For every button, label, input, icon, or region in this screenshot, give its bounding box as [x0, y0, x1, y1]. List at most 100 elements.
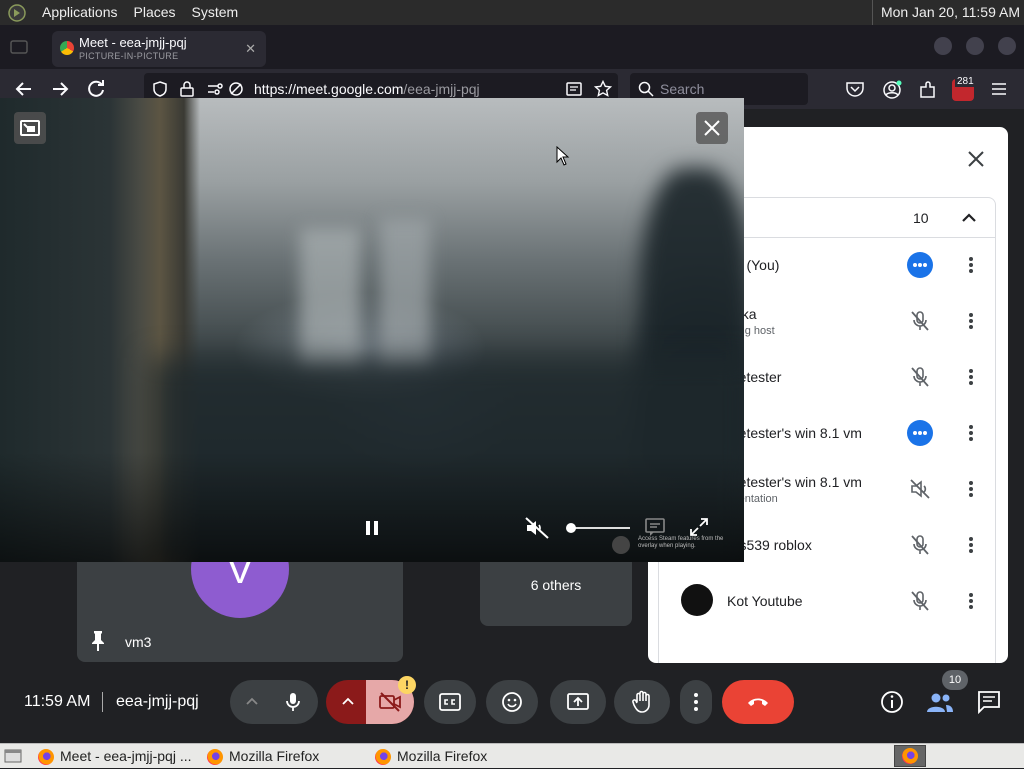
fullscreen-icon[interactable]: [688, 516, 710, 538]
firefox-icon: [38, 749, 54, 765]
task-firefox-2[interactable]: Mozilla Firefox: [373, 744, 533, 769]
more-vert-icon[interactable]: [961, 255, 981, 275]
chat-icon[interactable]: [976, 688, 1002, 716]
reader-view-icon[interactable]: [566, 81, 582, 97]
separator: [102, 692, 103, 712]
more-vert-icon[interactable]: [961, 423, 981, 443]
participant-name: metester's win 8.1 vm: [727, 474, 862, 490]
close-icon: [704, 120, 720, 136]
video-region: [380, 218, 430, 368]
leave-call-button[interactable]: [722, 680, 794, 724]
task-label: Meet - eea-jmjj-pqj ...: [60, 748, 192, 764]
taskbar: Meet - eea-jmjj-pqj ... Mozilla Firefox …: [0, 743, 1024, 768]
picture-in-picture-window[interactable]: Access Steam features from the overlay w…: [0, 98, 744, 562]
search-placeholder: Search: [660, 81, 705, 97]
chevron-up-icon[interactable]: [244, 694, 260, 710]
participant-count: 10: [913, 210, 929, 226]
extensions-icon[interactable]: [918, 80, 938, 100]
tab-strip: Meet - eea-jmjj-pqj PICTURE-IN-PICTURE ✕: [0, 25, 1024, 69]
steam-note-text: Access Steam features from the overlay w…: [638, 536, 724, 549]
task-firefox-1[interactable]: Mozilla Firefox: [205, 744, 365, 769]
close-panel-icon[interactable]: [964, 147, 988, 171]
tab-meet[interactable]: Meet - eea-jmjj-pqj PICTURE-IN-PICTURE ✕: [52, 31, 266, 67]
more-vert-icon[interactable]: [961, 311, 981, 331]
chevron-up-icon[interactable]: [959, 208, 979, 228]
meeting-time: 11:59 AM: [24, 693, 91, 710]
back-to-tab-button[interactable]: [14, 112, 46, 144]
extension-badge: 281: [955, 76, 976, 87]
volume-slider[interactable]: [566, 523, 630, 533]
applications-menu[interactable]: Applications: [42, 0, 118, 25]
meet-favicon-icon: [60, 41, 74, 55]
lock-icon[interactable]: [180, 81, 194, 97]
clock[interactable]: Mon Jan 20, 11:59 AM: [871, 0, 1020, 25]
participant-row[interactable]: Kot Youtube: [659, 574, 995, 630]
pause-icon[interactable]: [360, 516, 384, 540]
tab-subtitle: PICTURE-IN-PICTURE: [79, 51, 179, 61]
firefox-icon: [902, 748, 918, 764]
minimize-button[interactable]: [934, 37, 952, 55]
hamburger-menu-icon[interactable]: [990, 81, 1008, 97]
more-vert-icon[interactable]: [961, 479, 981, 499]
firefox-icon: [375, 749, 391, 765]
camera-warning-badge[interactable]: !: [398, 676, 416, 694]
chevron-up-icon[interactable]: [340, 694, 356, 710]
others-count-label: 6 others: [530, 577, 582, 593]
pocket-icon[interactable]: [846, 81, 864, 97]
close-window-button[interactable]: [998, 37, 1016, 55]
pip-close-button[interactable]: [696, 112, 728, 144]
raise-hand-icon: [632, 690, 650, 713]
reactions-button[interactable]: [486, 680, 538, 724]
more-options-button[interactable]: [680, 680, 712, 724]
people-icon[interactable]: [925, 688, 955, 716]
participant-name: metester's win 8.1 vm: [727, 425, 862, 441]
more-vert-icon: [694, 693, 698, 711]
places-menu[interactable]: Places: [134, 0, 176, 25]
present-button[interactable]: [550, 680, 606, 724]
show-desktop-icon[interactable]: [4, 749, 22, 763]
workspace-switcher[interactable]: [894, 745, 926, 767]
url-path: /eea-jmjj-pqj: [403, 81, 480, 97]
steam-overlay-note: Access Steam features from the overlay w…: [612, 536, 742, 554]
raise-hand-button[interactable]: [614, 680, 670, 724]
call-controls-bar: 11:59 AM eea-jmjj-pqj !: [0, 674, 1024, 730]
mic-off-icon: [911, 535, 929, 555]
people-count-badge: 10: [942, 670, 968, 690]
url-text[interactable]: https://meet.google.com/eea-jmjj-pqj: [254, 81, 480, 97]
permissions-icon[interactable]: [206, 81, 224, 97]
search-icon: [638, 81, 654, 97]
tab-close-icon[interactable]: ✕: [245, 41, 256, 57]
firefox-icon: [207, 749, 223, 765]
mic-off-icon: [911, 311, 929, 331]
steam-logo-icon: [612, 536, 630, 554]
account-icon[interactable]: [882, 80, 902, 100]
video-region: [300, 228, 360, 368]
more-vert-icon[interactable]: [961, 535, 981, 555]
meeting-info-icon[interactable]: [878, 688, 906, 716]
gnome-logo-icon[interactable]: [8, 3, 26, 22]
muted-speaker-icon[interactable]: [524, 516, 550, 540]
mouse-cursor-icon: [556, 146, 570, 166]
microphone-button[interactable]: [230, 680, 318, 724]
captions-button[interactable]: [424, 680, 476, 724]
captions-icon[interactable]: [644, 516, 666, 538]
task-meet[interactable]: Meet - eea-jmjj-pqj ...: [36, 744, 196, 769]
maximize-button[interactable]: [966, 37, 984, 55]
mic-off-icon: [911, 367, 929, 387]
task-label: Mozilla Firefox: [397, 748, 488, 764]
participant-name: vm3: [125, 634, 152, 650]
meeting-code[interactable]: eea-jmjj-pqj: [116, 693, 199, 711]
camera-off-indicator-icon[interactable]: [228, 81, 244, 97]
volume-thumb[interactable]: [566, 523, 576, 533]
pin-icon[interactable]: [89, 630, 107, 652]
tab-list-icon[interactable]: [10, 39, 28, 55]
task-label: Mozilla Firefox: [229, 748, 320, 764]
shield-icon[interactable]: [152, 81, 168, 97]
more-vert-icon[interactable]: [961, 591, 981, 611]
closed-captions-icon: [439, 693, 461, 711]
system-menu[interactable]: System: [192, 0, 239, 25]
emoji-icon: [502, 692, 522, 712]
bookmark-star-icon[interactable]: [594, 80, 612, 98]
more-vert-icon[interactable]: [961, 367, 981, 387]
hang-up-icon: [748, 698, 768, 706]
